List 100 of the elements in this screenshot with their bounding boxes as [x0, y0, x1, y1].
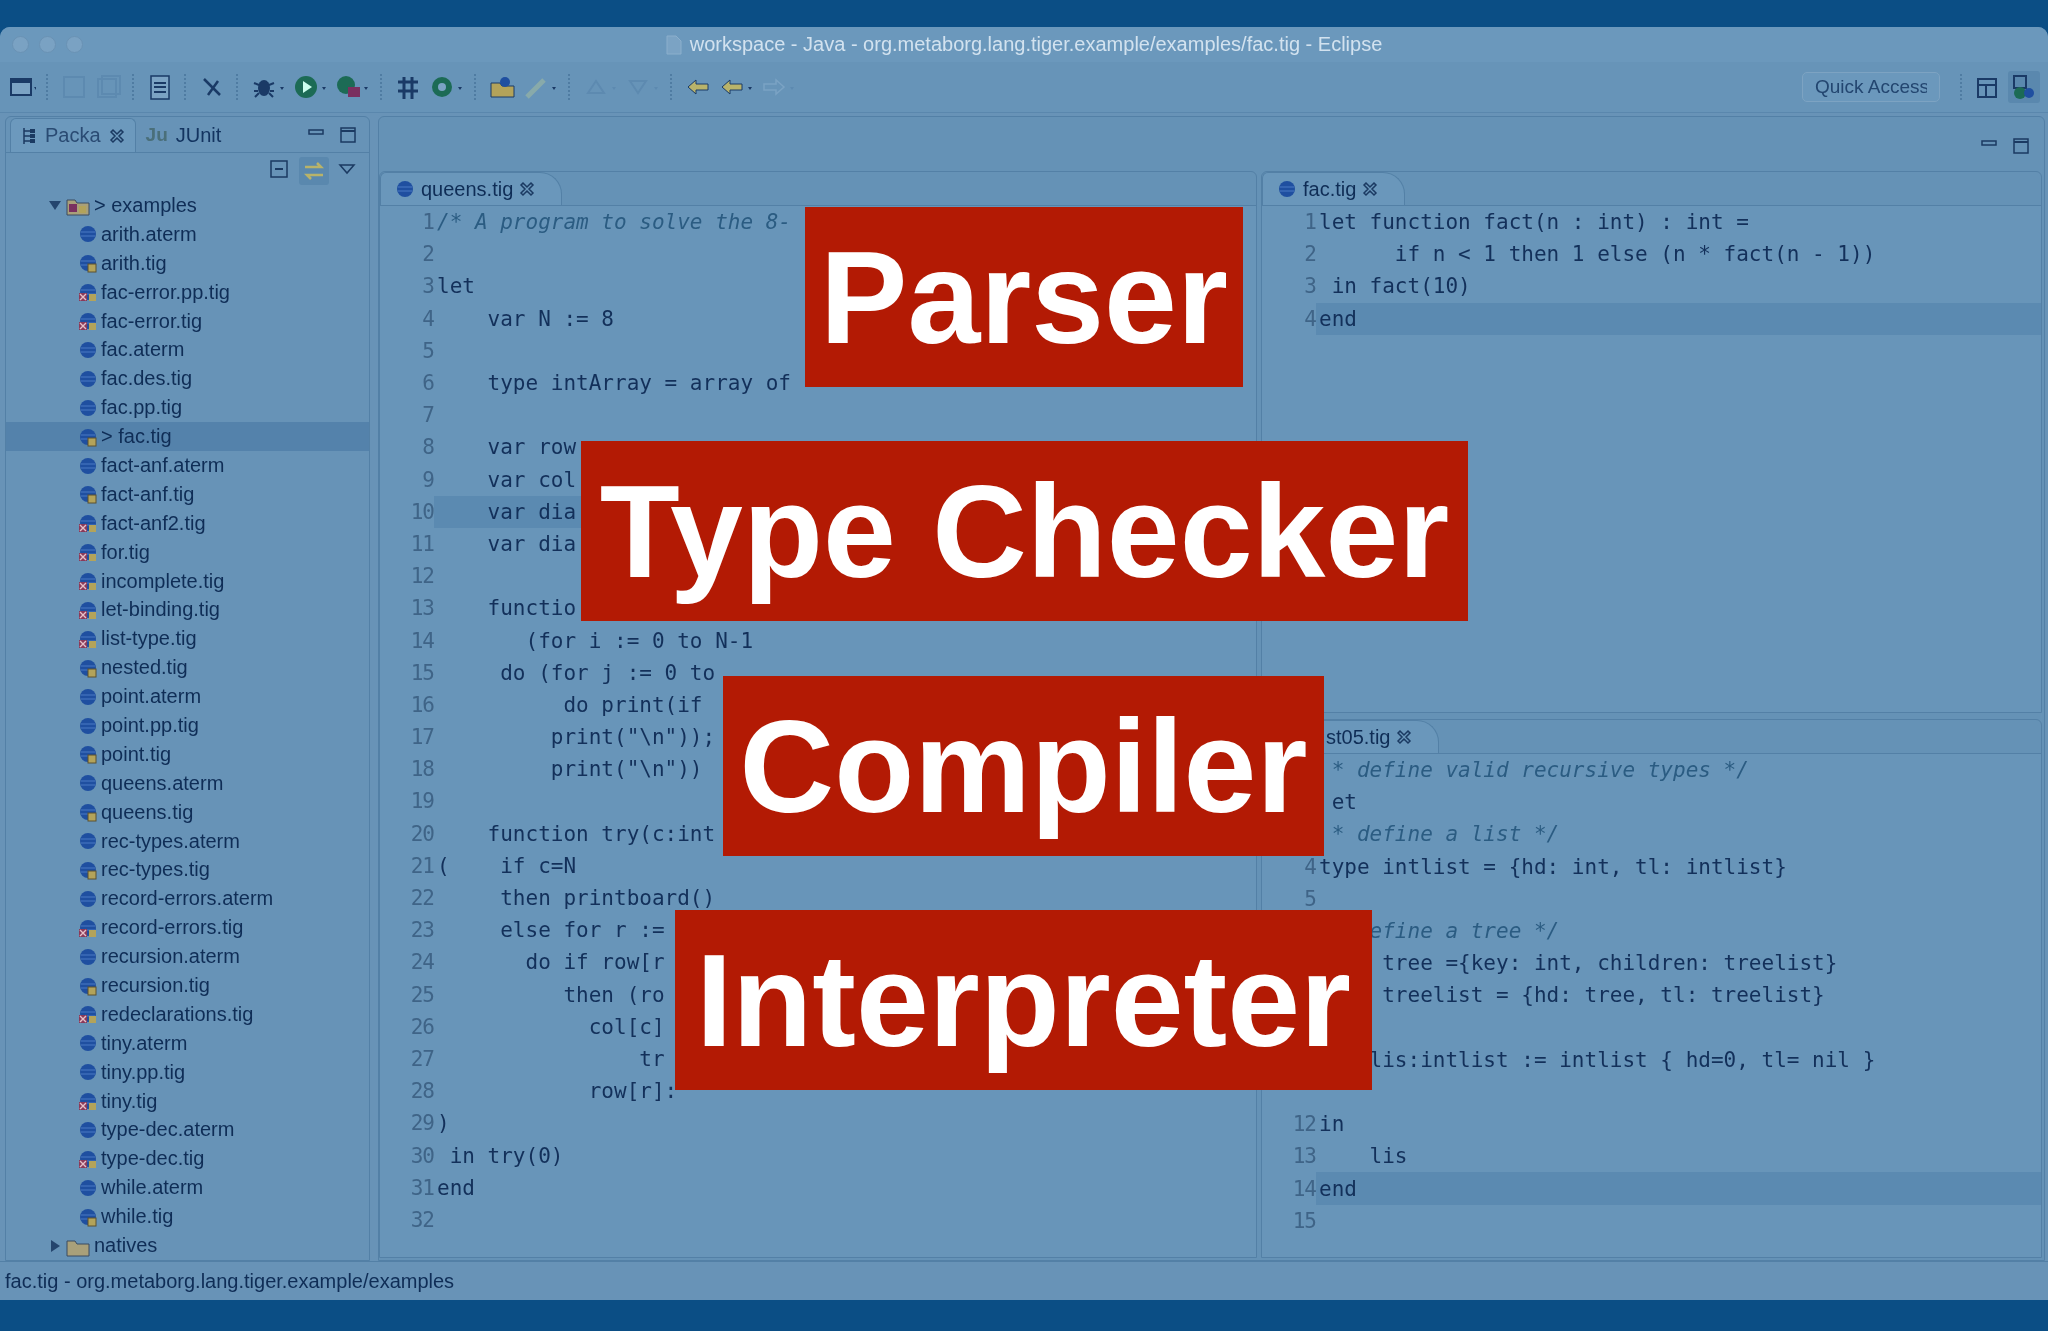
code-line: var dia — [486, 499, 577, 524]
java-perspective-icon[interactable] — [2008, 71, 2040, 103]
tree-item-label[interactable]: arith.tig — [101, 251, 167, 275]
globe-error-icon — [78, 542, 98, 563]
code-line: in try(0) — [448, 1143, 564, 1168]
title-banner: Interpreter — [675, 910, 1372, 1090]
code-line: then (ro — [562, 982, 665, 1007]
status-text: fac.tig - org.metaborg.lang.tiger.example/examples — [5, 1269, 455, 1293]
globe-file-icon — [78, 426, 98, 447]
title-banner: Compiler — [723, 676, 1324, 856]
panel-tab[interactable]: Packa — [10, 118, 136, 153]
code-line: function try(c:int — [486, 821, 716, 846]
globe-error-icon — [78, 1004, 98, 1025]
tree-item-label[interactable]: record-errors.tig — [101, 916, 244, 940]
tree-item-label[interactable]: point.aterm — [101, 685, 202, 709]
code-line: var row — [486, 435, 577, 460]
tree-item-label[interactable]: tiny.aterm — [101, 1031, 188, 1055]
tree-item-label[interactable]: rec-types.aterm — [101, 829, 240, 853]
tree-item-label[interactable]: arith.aterm — [101, 222, 197, 246]
globe-error-icon — [78, 1091, 98, 1112]
code-line: do print(if — [562, 692, 703, 717]
tree-item-label[interactable]: > fac.tig — [101, 425, 172, 449]
code-line: tree ={key: int, children: treelist} — [1381, 951, 1838, 976]
tree-item-label[interactable]: point.tig — [101, 742, 172, 766]
close-icon[interactable] — [1362, 181, 1379, 197]
globe-icon — [78, 1120, 98, 1140]
tree-item-label[interactable]: fac-error.pp.tig — [101, 280, 230, 304]
tree-item-label[interactable]: while.aterm — [101, 1176, 204, 1200]
globe-error-icon — [78, 628, 98, 649]
tree-item-label[interactable]: record-errors.aterm — [101, 887, 274, 911]
globe-icon — [78, 368, 98, 389]
code-line: (for i := 0 to N-1 — [524, 628, 754, 653]
tree-item-label[interactable]: fact-anf.aterm — [101, 454, 225, 477]
globe-file-icon — [78, 484, 98, 505]
tree-item-label[interactable]: > examples — [94, 194, 197, 217]
tree-item-label[interactable]: redeclarations.tig — [101, 1002, 254, 1026]
globe-icon — [78, 224, 98, 245]
code-line: end — [437, 1175, 475, 1200]
tree-item-label[interactable]: while.tig — [101, 1205, 174, 1229]
close-icon[interactable] — [519, 181, 536, 197]
globe-error-icon — [78, 917, 98, 938]
tree-item-label[interactable]: tiny.tig — [101, 1089, 158, 1113]
code-line: else for r := — [499, 918, 665, 943]
code-line: type intlist = {hd: int, tl: intlist} — [1319, 854, 1787, 879]
panel-tab[interactable]: Ju JUnit — [135, 118, 232, 153]
collapsed-arrow-icon[interactable] — [48, 1238, 62, 1253]
tree-item-label[interactable]: nested.tig — [101, 656, 188, 680]
globe-icon — [78, 397, 98, 418]
code-line: /* A program to solve the 8- — [437, 210, 791, 235]
close-icon[interactable] — [108, 127, 125, 144]
tree-item-label[interactable]: fac.pp.tig — [101, 396, 183, 420]
code-line: row[r]: — [587, 1079, 678, 1104]
code-line: var N := 8 — [486, 306, 614, 331]
tree-item-label[interactable]: type-dec.tig — [101, 1147, 205, 1171]
code-line: do (for j := 0 to — [499, 660, 716, 685]
maximize-icon[interactable] — [2012, 137, 2030, 155]
tree-item-label[interactable]: point.pp.tig — [101, 714, 199, 737]
code-line: in — [1319, 1112, 1345, 1137]
globe-error-icon — [78, 571, 98, 592]
tree-item-label[interactable]: queens.tig — [101, 800, 194, 824]
globe-error-icon — [78, 311, 98, 332]
tree-item-label[interactable]: natives — [94, 1234, 158, 1258]
code-line: in fact(10) — [1330, 274, 1471, 299]
editor-tab[interactable]: queens.tig — [380, 172, 563, 205]
code-line: * define a list */ — [1330, 822, 1560, 847]
code-line: end — [1319, 1176, 1357, 1201]
tree-item-label[interactable]: queens.aterm — [101, 771, 224, 795]
tree-item-label[interactable]: list-type.tig — [101, 627, 197, 651]
tree-item-label[interactable]: fact-anf.tig — [101, 482, 195, 506]
globe-file-icon — [78, 657, 98, 678]
code-line: end — [1319, 306, 1357, 331]
tree-item-label[interactable]: let-binding.tig — [101, 598, 220, 622]
tree-item-label[interactable]: fac.aterm — [101, 338, 185, 362]
link-editor-icon[interactable] — [299, 157, 329, 186]
code-line: print("\n")); — [549, 725, 716, 750]
code-line: type intArray = array of — [486, 371, 791, 396]
tree-item-label[interactable]: tiny.pp.tig — [101, 1060, 186, 1084]
tree-item-label[interactable]: recursion.tig — [101, 974, 210, 998]
tree-item-label[interactable]: type-dec.aterm — [101, 1118, 235, 1142]
tree-item-label[interactable]: rec-types.tig — [101, 858, 210, 882]
tree-item-label[interactable]: recursion.aterm — [101, 945, 240, 969]
close-icon[interactable] — [1396, 729, 1413, 745]
globe-error-icon — [78, 513, 98, 534]
tree-item-label[interactable]: incomplete.tig — [101, 569, 225, 593]
code-line: ) — [437, 1111, 450, 1136]
maximize-icon[interactable] — [339, 125, 357, 144]
code-line: then printboard() — [499, 886, 716, 911]
editor-tab[interactable]: fac.tig — [1262, 172, 1406, 205]
code-line: functio — [486, 596, 577, 621]
run-icon[interactable] — [292, 73, 328, 101]
tree-item-label[interactable]: fac-error.tig — [101, 309, 203, 333]
tree-item-label[interactable]: for.tig — [101, 540, 150, 564]
package-icon — [21, 125, 37, 146]
tree-item-label[interactable]: fact-anf2.tig — [101, 511, 206, 535]
code-line: * define valid recursive types */ — [1330, 758, 1749, 783]
globe-icon — [78, 831, 98, 852]
code-line: do if row[r — [524, 950, 665, 975]
tree-item-label[interactable]: fac.des.tig — [101, 367, 193, 391]
globe-file-icon — [78, 253, 98, 274]
editor-tab[interactable]: st05.tig — [1324, 720, 1440, 753]
